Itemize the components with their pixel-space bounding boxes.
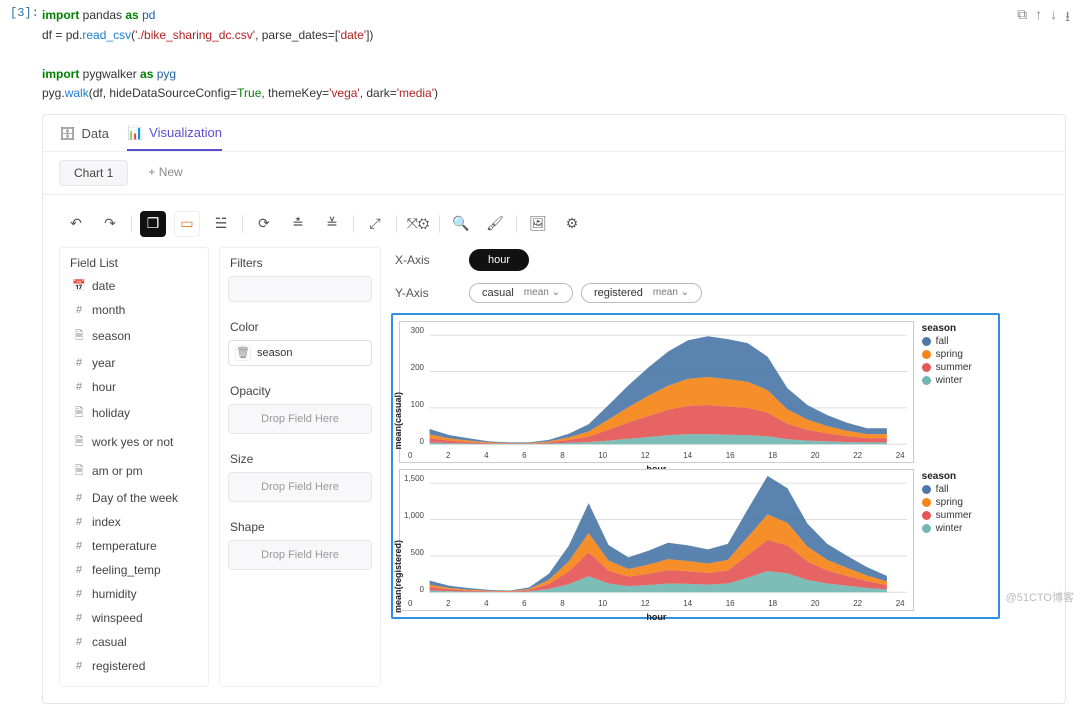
field-date[interactable]: 📅date (66, 274, 202, 298)
plot-mean(registered): mean(registered)hour1,5001,0005000024681… (399, 469, 914, 611)
field-casual[interactable]: #casual (66, 630, 202, 654)
copy-icon[interactable]: ⧉ (1017, 6, 1027, 23)
opacity-title: Opacity (228, 382, 372, 404)
measure-icon: # (72, 357, 86, 369)
measure-icon: # (72, 516, 86, 528)
color-chip-season[interactable]: 🗑 season (228, 340, 372, 366)
size-title: Size (228, 450, 372, 472)
chart-tab-1[interactable]: Chart 1 (59, 160, 128, 186)
sort-desc-button[interactable]: ≚ (319, 211, 345, 237)
shape-dropzone[interactable]: Drop Field Here (228, 540, 372, 570)
y-pill-casual[interactable]: casualmean ⌄ (469, 283, 573, 303)
output-panel: 🗄Data 📊Visualization Chart 1 + New ↶ ↷ ❒… (42, 114, 1066, 704)
measure-icon: # (72, 660, 86, 672)
field-registered[interactable]: #registered (66, 654, 202, 678)
field-humidity[interactable]: #humidity (66, 582, 202, 606)
download-icon[interactable]: ⭳ (1065, 6, 1070, 30)
zoom-button[interactable]: 🔍 (448, 211, 474, 237)
cell-prompt: [3]: (10, 6, 42, 104)
measure-icon: # (72, 564, 86, 576)
field-temperature[interactable]: #temperature (66, 534, 202, 558)
field-winspeed[interactable]: #winspeed (66, 606, 202, 630)
measure-icon: # (72, 304, 86, 316)
tab-visualization[interactable]: 📊Visualization (127, 125, 222, 151)
shape-title: Shape (228, 518, 372, 540)
color-title: Color (228, 318, 372, 340)
trash-icon[interactable]: 🗑 (235, 345, 251, 361)
watermark: @51CTO博客 (1006, 589, 1074, 605)
size-dropzone[interactable]: Drop Field Here (228, 472, 372, 502)
x-axis-label: X-Axis (395, 253, 451, 267)
database-icon: 🗄 (59, 126, 76, 142)
field-am-or-pm[interactable]: 🗎am or pm (66, 457, 202, 486)
dimension-icon: 🗎 (72, 462, 86, 481)
field-feeling_temp[interactable]: #feeling_temp (66, 558, 202, 582)
move-up-icon[interactable]: ↑ (1035, 6, 1042, 22)
tab-data[interactable]: 🗄Data (59, 125, 109, 151)
move-down-icon[interactable]: ↓ (1050, 6, 1057, 22)
measure-icon: # (72, 492, 86, 504)
x-pill-hour[interactable]: hour (469, 249, 529, 271)
chart-tab-new[interactable]: + New (134, 160, 196, 186)
date-icon: 📅 (72, 279, 86, 292)
image-button[interactable]: 🖼 (525, 211, 551, 237)
cube-button[interactable]: ❒ (140, 211, 166, 237)
expand-button[interactable]: ⤧⚙ (405, 211, 431, 237)
undo-button[interactable]: ↶ (63, 211, 89, 237)
measure-icon: # (72, 588, 86, 600)
plot-mean(casual): mean(casual)hour300200100002468101214161… (399, 321, 914, 463)
redo-button[interactable]: ↷ (97, 211, 123, 237)
measure-icon: # (72, 636, 86, 648)
field-month[interactable]: #month (66, 298, 202, 322)
dimension-icon: 🗎 (72, 404, 86, 423)
measure-icon: # (72, 381, 86, 393)
dimension-icon: 🗎 (72, 433, 86, 452)
field-hour[interactable]: #hour (66, 375, 202, 399)
opacity-dropzone[interactable]: Drop Field Here (228, 404, 372, 434)
sort-asc-button[interactable]: ≛ (285, 211, 311, 237)
y-axis-label: Y-Axis (395, 286, 451, 300)
field-year[interactable]: #year (66, 351, 202, 375)
cell-actions: ⧉ ↑ ↓ ⭳ (1017, 6, 1070, 104)
dimension-icon: 🗎 (72, 327, 86, 346)
settings-button[interactable]: ⚙ (559, 211, 585, 237)
filters-title: Filters (228, 254, 372, 276)
field-work-yes-or-not[interactable]: 🗎work yes or not (66, 428, 202, 457)
legend: seasonfallspringsummerwinter (922, 321, 992, 463)
refresh-button[interactable]: ⟳ (251, 211, 277, 237)
brush-button[interactable]: 🖌 (482, 211, 508, 237)
field-Day-of-the-week[interactable]: #Day of the week (66, 486, 202, 510)
field-list-title: Field List (60, 248, 208, 274)
y-pill-registered[interactable]: registeredmean ⌄ (581, 283, 702, 303)
measure-icon: # (72, 540, 86, 552)
layers-button[interactable]: ☱ (208, 211, 234, 237)
select-button[interactable]: ▭ (174, 211, 200, 237)
filters-dropzone[interactable] (228, 276, 372, 302)
legend: seasonfallspringsummerwinter (922, 469, 992, 611)
code-block: import pandas as pd df = pd.read_csv('./… (42, 6, 1017, 104)
chart-canvas[interactable]: mean(casual)hour300200100002468101214161… (391, 313, 1000, 619)
transpose-button[interactable]: ⤢ (362, 211, 388, 237)
measure-icon: # (72, 612, 86, 624)
field-season[interactable]: 🗎season (66, 322, 202, 351)
field-holiday[interactable]: 🗎holiday (66, 399, 202, 428)
toolbar: ↶ ↷ ❒ ▭ ☱ ⟳ ≛ ≚ ⤢ ⤧⚙ 🔍 🖌 🖼 ⚙ (59, 205, 1000, 247)
field-index[interactable]: #index (66, 510, 202, 534)
chart-icon: 📊 (127, 125, 143, 141)
